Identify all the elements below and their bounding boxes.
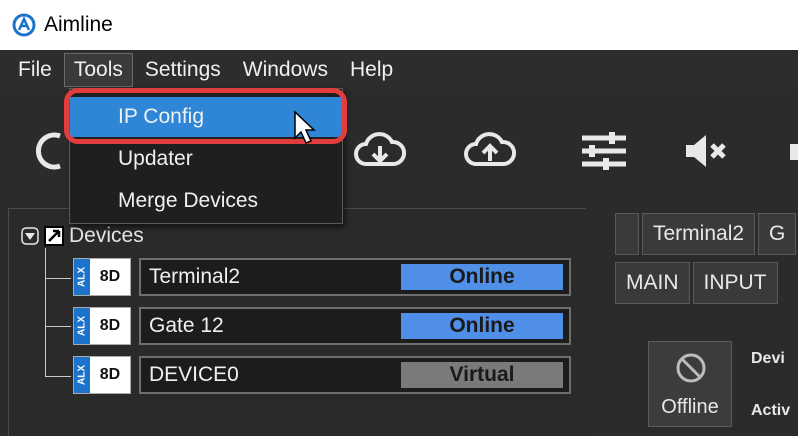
brand-label: ALX xyxy=(74,357,90,393)
device-type-badge: ALX 8D xyxy=(73,356,131,394)
device-tab-terminal2[interactable]: Terminal2 xyxy=(642,213,756,255)
tree-connector xyxy=(45,248,46,376)
brand-label: ALX xyxy=(74,259,90,295)
device-row[interactable]: ALX 8D Gate 12 Online xyxy=(73,307,579,345)
menu-settings[interactable]: Settings xyxy=(135,53,231,87)
brand-label: ALX xyxy=(74,308,90,344)
status-badge: Online xyxy=(401,264,563,290)
device-code: 8D xyxy=(99,268,121,285)
device-code: 8D xyxy=(99,366,121,383)
device-name: Gate 12 xyxy=(149,314,224,337)
tree-connector xyxy=(45,376,71,377)
mute-icon[interactable] xyxy=(680,130,736,172)
device-row[interactable]: ALX 8D Terminal2 Online xyxy=(73,258,579,296)
device-name-box[interactable]: Terminal2 Online xyxy=(139,258,571,296)
status-badge: Virtual xyxy=(401,362,563,388)
tab-input[interactable]: INPUT xyxy=(692,262,778,304)
device-name: DEVICE0 xyxy=(149,363,239,386)
offline-button[interactable]: Offline xyxy=(648,341,732,427)
device-tabs: Terminal2 G xyxy=(615,213,798,255)
device-name: Terminal2 xyxy=(149,265,241,288)
menu-file[interactable]: File xyxy=(8,53,62,87)
menu-windows[interactable]: Windows xyxy=(233,53,338,87)
cloud-upload-icon[interactable] xyxy=(462,130,518,172)
device-name-box[interactable]: Gate 12 Online xyxy=(139,307,571,345)
sliders-icon[interactable] xyxy=(576,130,632,172)
device-tab-gate[interactable]: G xyxy=(758,213,797,255)
cloud-download-icon[interactable] xyxy=(352,130,408,172)
device-type-badge: ALX 8D xyxy=(73,307,131,345)
device-type-badge: ALX 8D xyxy=(73,258,131,296)
status-badge: Online xyxy=(401,313,563,339)
offline-label: Offline xyxy=(661,396,719,418)
mouse-cursor-icon xyxy=(294,110,316,144)
device-tab-blank[interactable] xyxy=(615,213,639,255)
tab-main[interactable]: MAIN xyxy=(615,262,690,304)
tree-connector xyxy=(45,326,71,327)
tree-header: Devices xyxy=(21,223,144,249)
menu-item-merge-devices[interactable]: Merge Devices xyxy=(70,181,342,221)
menu-tools[interactable]: Tools xyxy=(63,53,133,87)
section-tabs: MAIN INPUT xyxy=(615,262,781,304)
device-code: 8D xyxy=(99,317,121,334)
devices-tree-label: Devices xyxy=(69,224,144,247)
select-all-checkbox-icon[interactable] xyxy=(43,225,65,247)
partial-icon[interactable] xyxy=(786,130,798,172)
title-bar: Aimline xyxy=(0,0,798,50)
menu-help[interactable]: Help xyxy=(340,53,403,87)
collapse-toggle-icon[interactable] xyxy=(21,227,39,245)
window-title: Aimline xyxy=(44,13,113,36)
active-info-label: Activ xyxy=(751,402,791,419)
aimline-logo-icon xyxy=(12,13,36,37)
device-row[interactable]: ALX 8D DEVICE0 Virtual xyxy=(73,356,579,394)
device-name-box[interactable]: DEVICE0 Virtual xyxy=(139,356,571,394)
prohibited-icon xyxy=(676,353,706,383)
tools-dropdown: IP Config Updater Merge Devices xyxy=(69,88,343,224)
tree-connector xyxy=(45,278,71,279)
menu-bar: File Tools Settings Windows Help xyxy=(0,50,798,90)
device-info-label: Devi xyxy=(751,350,785,367)
